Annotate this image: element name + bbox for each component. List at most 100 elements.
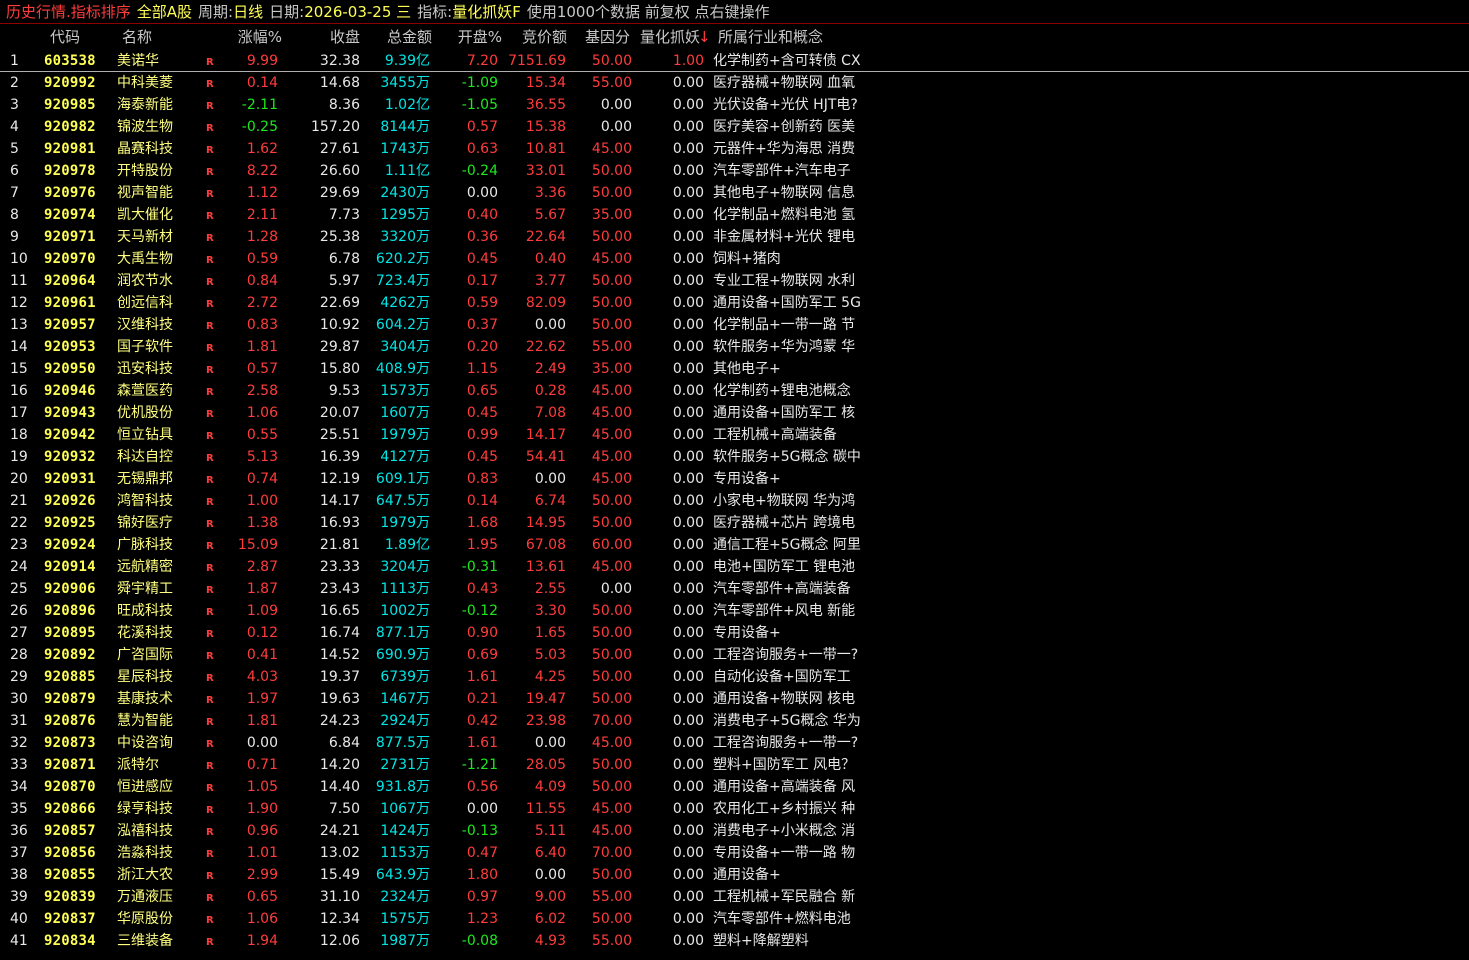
table-row[interactable]: 32 920873 中设咨询 R 0.00 6.84 877.5 万 1.61 0.00 45.00… (0, 732, 1469, 754)
amount-value: 723.4 (375, 273, 416, 289)
date-value[interactable]: 2026-03-25 三 (304, 3, 411, 21)
table-row[interactable]: 40 920837 华原股份 R 1.06 12.34 1575 万 1.23 6.02 50.00… (0, 908, 1469, 930)
table-row[interactable]: 3 920985 海泰新能 R -2.11 8.36 1.02 亿 -1.05 36.55 0.00… (0, 94, 1469, 116)
table-row[interactable]: 1 603538 美诺华 R 9.99 32.38 9.39 亿 7.20 7151.69 50.0… (0, 50, 1469, 72)
row-index: 34 (10, 779, 28, 795)
col-header-industry[interactable]: 所属行业和概念 (718, 25, 858, 49)
base-score: 70.00 (591, 713, 632, 729)
industry-concepts: 其他电子+物联网 信息 (713, 185, 856, 201)
table-row[interactable]: 31 920876 慧为智能 R 1.81 24.23 2924 万 0.42 23.98 70.0… (0, 710, 1469, 732)
change-pct: 1.87 (246, 581, 278, 597)
open-pct: 0.45 (466, 405, 498, 421)
table-row[interactable]: 16 920946 森萱医药 R 2.58 9.53 1573 万 0.65 0.28 45.00 0… (0, 380, 1469, 402)
close-price: 25.51 (319, 427, 360, 443)
col-header-auction[interactable]: 竞价额 (505, 25, 567, 49)
amount-value: 3320 (380, 229, 416, 245)
table-row[interactable]: 4 920982 锦波生物 R -0.25 157.20 8144 万 0.57 15.38 0.0… (0, 116, 1469, 138)
change-pct: 1.05 (246, 779, 278, 795)
table-row[interactable]: 6 920978 开特股份 R 8.22 26.60 1.11 亿 -0.24 33.01 50.0… (0, 160, 1469, 182)
stock-name: 舜宇精工 (117, 581, 173, 597)
table-row[interactable]: 7 920976 视声智能 R 1.12 29.69 2430 万 0.00 3.36 50.00 0… (0, 182, 1469, 204)
table-row[interactable]: 22 920925 锦好医疗 R 1.38 16.93 1979 万 1.68 14.95 50.0… (0, 512, 1469, 534)
industry-concepts: 医疗器械+物联网 血氧 (713, 75, 856, 91)
quant-score: 0.00 (672, 273, 704, 289)
quant-score: 0.00 (672, 713, 704, 729)
table-row[interactable]: 38 920855 浙江大农 R 2.99 15.49 643.9 万 1.80 0.00 50.0… (0, 864, 1469, 886)
col-header-change[interactable]: 涨幅% (220, 25, 282, 49)
table-row[interactable]: 5 920981 晶赛科技 R 1.62 27.61 1743 万 0.63 10.81 45.00… (0, 138, 1469, 160)
table-row[interactable]: 25 920906 舜宇精工 R 1.87 23.43 1113 万 0.43 2.55 0.00 0… (0, 578, 1469, 600)
table-row[interactable]: 29 920885 星辰科技 R 4.03 19.37 6739 万 1.61 4.25 50.00… (0, 666, 1469, 688)
open-pct: 0.37 (466, 317, 498, 333)
stock-name: 浙江大农 (117, 867, 173, 883)
amount-unit: 万 (416, 383, 430, 399)
col-header-base[interactable]: 基因分 (585, 25, 640, 49)
table-row[interactable]: 20 920931 无锡鼎邦 R 0.74 12.19 609.1 万 0.83 0.00 45.0… (0, 468, 1469, 490)
auction-amount: 15.38 (525, 119, 566, 135)
table-row[interactable]: 26 920896 旺成科技 R 1.09 16.65 1002 万 -0.12 3.30 50.0… (0, 600, 1469, 622)
table-row[interactable]: 37 920856 浩淼科技 R 1.01 13.02 1153 万 0.47 6.40 70.00… (0, 842, 1469, 864)
base-score: 0.00 (600, 581, 632, 597)
industry-concepts: 汽车零部件+高端装备 (713, 581, 851, 597)
stock-name: 大禹生物 (117, 251, 173, 267)
table-row[interactable]: 27 920895 花溪科技 R 0.12 16.74 877.1 万 0.90 1.65 50.0… (0, 622, 1469, 644)
col-header-open[interactable]: 开盘% (440, 25, 502, 49)
indicator-value[interactable]: 量化抓妖F (452, 3, 521, 21)
amount-value: 4127 (380, 449, 416, 465)
table-row[interactable]: 8 920974 凯大催化 R 2.11 7.73 1295 万 0.40 5.67 35.00 0.… (0, 204, 1469, 226)
stock-code: 920834 (44, 933, 96, 949)
table-row[interactable]: 35 920866 绿亨科技 R 1.90 7.50 1067 万 0.00 11.55 45.00… (0, 798, 1469, 820)
col-header-name[interactable]: 名称 (122, 25, 182, 49)
col-header-amount[interactable]: 总金额 (370, 25, 432, 49)
table-row[interactable]: 2 920992 中科美菱 R 0.14 14.68 3455 万 -1.09 15.34 55.0… (0, 72, 1469, 94)
industry-concepts: 元器件+华为海思 消费 (713, 141, 856, 157)
amount-value: 2430 (380, 185, 416, 201)
table-row[interactable]: 11 920964 润农节水 R 0.84 5.97 723.4 万 0.17 3.77 50.00… (0, 270, 1469, 292)
market-filter[interactable]: 全部A股 (137, 3, 192, 21)
stock-name: 广咨国际 (117, 647, 173, 663)
table-row[interactable]: 18 920942 恒立钻具 R 0.55 25.51 1979 万 0.99 14.17 45.0… (0, 424, 1469, 446)
table-row[interactable]: 30 920879 基康技术 R 1.97 19.63 1467 万 0.21 19.47 50.0… (0, 688, 1469, 710)
col-header-code[interactable]: 代码 (50, 25, 100, 49)
col-header-close[interactable]: 收盘 (300, 25, 360, 49)
quant-score: 0.00 (672, 867, 704, 883)
table-row[interactable]: 41 920834 三维装备 R 1.94 12.06 1987 万 -0.08 4.93 55.0… (0, 930, 1469, 952)
base-score: 45.00 (591, 559, 632, 575)
table-row[interactable]: 24 920914 远航精密 R 2.87 23.33 3204 万 -0.31 13.61 45.… (0, 556, 1469, 578)
table-row[interactable]: 15 920950 迅安科技 R 0.57 15.80 408.9 万 1.15 2.49 35.0… (0, 358, 1469, 380)
table-row[interactable]: 10 920970 大禹生物 R 0.59 6.78 620.2 万 0.45 0.40 45.00… (0, 248, 1469, 270)
quant-score: 0.00 (672, 229, 704, 245)
change-pct: 1.97 (246, 691, 278, 707)
stock-code: 920856 (44, 845, 96, 861)
view-title[interactable]: 历史行情.指标排序 (6, 3, 131, 21)
table-row[interactable]: 39 920839 万通液压 R 0.65 31.10 2324 万 0.97 9.00 55.00… (0, 886, 1469, 908)
table-row[interactable]: 34 920870 恒进感应 R 1.05 14.40 931.8 万 0.56 4.09 50.0… (0, 776, 1469, 798)
auction-amount: 36.55 (525, 97, 566, 113)
stock-code: 603538 (44, 53, 96, 69)
stock-code: 920931 (44, 471, 96, 487)
table-row[interactable]: 17 920943 优机股份 R 1.06 20.07 1607 万 0.45 7.08 45.00… (0, 402, 1469, 424)
amount-value: 1.89 (384, 537, 416, 553)
industry-concepts: 消费电子+5G概念 华为 (713, 713, 861, 729)
col-header-quant[interactable]: 量化抓妖 (640, 25, 700, 49)
close-price: 31.10 (319, 889, 360, 905)
change-pct: 1.90 (246, 801, 278, 817)
table-row[interactable]: 19 920932 科达自控 R 5.13 16.39 4127 万 0.45 54.41 45.0… (0, 446, 1469, 468)
quant-score: 0.00 (672, 141, 704, 157)
change-pct: 1.09 (246, 603, 278, 619)
table-row[interactable]: 36 920857 泓禧科技 R 0.96 24.21 1424 万 -0.13 5.11 45.0… (0, 820, 1469, 842)
row-index: 33 (10, 757, 28, 773)
table-row[interactable]: 33 920871 派特尔 R 0.71 14.20 2731 万 -1.21 28.05 50.0… (0, 754, 1469, 776)
table-row[interactable]: 14 920953 国子软件 R 1.81 29.87 3404 万 0.20 22.62 55.0… (0, 336, 1469, 358)
amount-unit: 万 (416, 207, 430, 223)
table-row[interactable]: 23 920924 广脉科技 R 15.09 21.81 1.89 亿 1.95 67.08 60.… (0, 534, 1469, 556)
quant-score: 0.00 (672, 317, 704, 333)
period-value[interactable]: 日线 (233, 3, 263, 21)
change-pct: 0.74 (246, 471, 278, 487)
open-pct: 1.68 (466, 515, 498, 531)
table-row[interactable]: 9 920971 天马新材 R 1.28 25.38 3320 万 0.36 22.64 50.00… (0, 226, 1469, 248)
table-row[interactable]: 12 920961 创远信科 R 2.72 22.69 4262 万 0.59 82.09 50.0… (0, 292, 1469, 314)
table-row[interactable]: 21 920926 鸿智科技 R 1.00 14.17 647.5 万 0.14 6.74 50.0… (0, 490, 1469, 512)
table-row[interactable]: 13 920957 汉维科技 R 0.83 10.92 604.2 万 0.37 0.00 50.0… (0, 314, 1469, 336)
table-row[interactable]: 28 920892 广咨国际 R 0.41 14.52 690.9 万 0.69 5.03 50.0… (0, 644, 1469, 666)
